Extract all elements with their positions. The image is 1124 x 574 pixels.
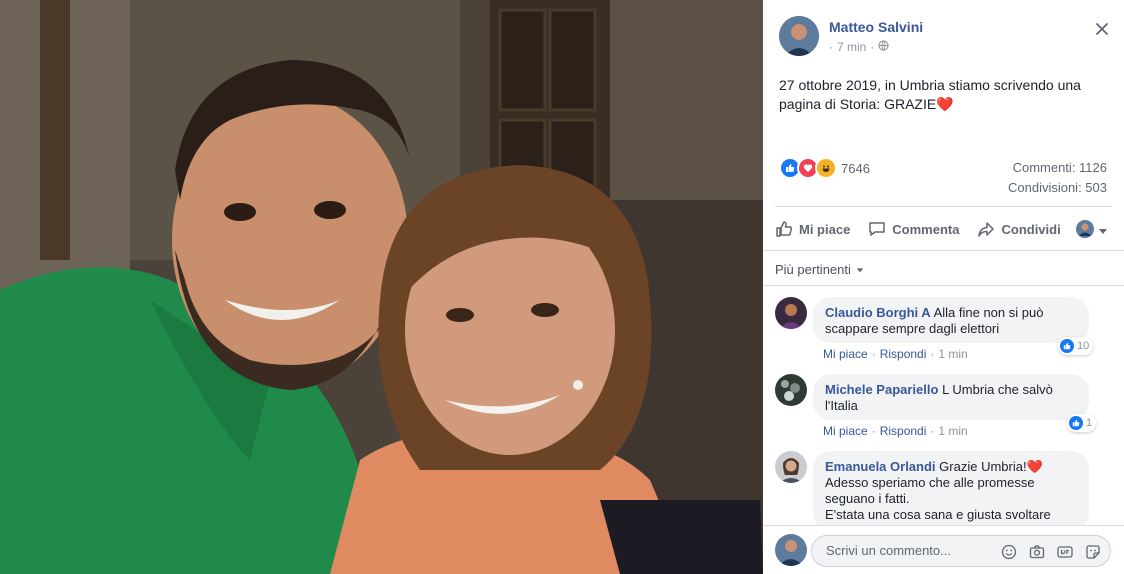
comment-input[interactable] <box>824 542 988 559</box>
comment-actions: Mi piace · Rispondi · 1 min <box>823 424 968 438</box>
commenter-avatar[interactable] <box>775 374 807 406</box>
like-reaction-icon <box>1069 416 1083 430</box>
current-user-avatar <box>775 534 807 566</box>
post-details-panel: Matteo Salvini · 7 min · 27 ottobre 2019… <box>763 0 1124 574</box>
comment-like-link[interactable]: Mi piace <box>823 347 868 361</box>
sort-label: Più pertinenti <box>775 262 851 277</box>
comment-reactions[interactable]: 10 <box>1058 337 1094 355</box>
reaction-count: 1 <box>1086 417 1093 429</box>
post-meta: · 7 min · <box>829 40 889 54</box>
composer-icons <box>1000 543 1102 561</box>
post-text: 27 ottobre 2019, in Umbria stiamo scrive… <box>779 76 1109 114</box>
chevron-down-icon <box>1098 223 1108 241</box>
thumbs-up-icon <box>776 221 793 237</box>
red-heart-emoji: ❤️ <box>1026 459 1043 474</box>
post-stats: 7646 Commenti: 1126 Condivisioni: 503 <box>779 157 1107 197</box>
like-button[interactable]: Mi piace <box>775 220 850 238</box>
post-photo[interactable] <box>0 0 763 574</box>
action-bar: Mi piace Commenta Condividi <box>775 213 1110 245</box>
close-icon[interactable] <box>1095 22 1109 36</box>
comment-icon <box>869 222 886 236</box>
commenter-name[interactable]: Emanuela Orlandi <box>825 459 936 474</box>
comments-count[interactable]: Commenti: 1126 <box>1013 160 1107 175</box>
comment-text-line1: Grazie Umbria! <box>939 459 1027 474</box>
commenter-name[interactable]: Claudio Borghi A <box>825 305 931 320</box>
comment-reactions[interactable]: 1 <box>1067 414 1097 432</box>
post-as-selector[interactable] <box>1076 220 1108 243</box>
comment-bubble: Emanuela Orlandi Grazie Umbria!❤️ Adesso… <box>813 451 1089 531</box>
post-time[interactable]: 7 min <box>837 40 866 54</box>
commenter-avatar[interactable] <box>775 297 807 329</box>
meta-dot: · <box>829 40 833 54</box>
red-heart-emoji: ❤️ <box>936 96 954 112</box>
sticker-icon[interactable] <box>1084 543 1102 561</box>
camera-icon[interactable] <box>1028 543 1046 561</box>
share-button[interactable]: Condividi <box>977 220 1061 238</box>
commenter-name[interactable]: Michele Papariello <box>825 382 938 397</box>
globe-icon[interactable] <box>878 40 889 54</box>
separator-dot: · <box>871 424 876 438</box>
post-header: Matteo Salvini · 7 min · <box>779 16 1109 56</box>
author-avatar[interactable] <box>779 16 819 56</box>
haha-reaction-icon <box>815 157 837 179</box>
comment-bubble: Claudio Borghi A Alla fine non si può sc… <box>813 297 1089 343</box>
separator-dot: · <box>930 347 935 361</box>
meta-dot-2: · <box>870 40 875 54</box>
commenter-avatar[interactable] <box>775 451 807 483</box>
gif-icon[interactable] <box>1056 543 1074 561</box>
like-reaction-icon <box>1060 339 1074 353</box>
chevron-down-icon <box>856 262 864 277</box>
comment-input-wrapper <box>811 535 1111 567</box>
emoji-icon[interactable] <box>1000 543 1018 561</box>
comment-sort-dropdown[interactable]: Più pertinenti <box>775 262 864 277</box>
comment-text-line2: Adesso speriamo che alle promesse seguan… <box>825 475 1035 506</box>
share-label: Condividi <box>1001 221 1061 237</box>
reaction-count[interactable]: 7646 <box>841 161 870 176</box>
comment-time[interactable]: 1 min <box>938 424 967 438</box>
comment-reply-link[interactable]: Rispondi <box>880 424 927 438</box>
selfie-image <box>0 0 763 574</box>
comment-bubble: Michele Papariello L Umbria che salvò l'… <box>813 374 1089 420</box>
post-text-body: 27 ottobre 2019, in Umbria stiamo scrive… <box>779 77 1081 112</box>
divider <box>763 285 1124 286</box>
comment-like-link[interactable]: Mi piace <box>823 424 868 438</box>
divider <box>775 206 1112 207</box>
comment-button[interactable]: Commenta <box>868 220 959 238</box>
author-name[interactable]: Matteo Salvini <box>829 19 923 35</box>
comment-text-line3: E'stata una cosa sana e giusta svoltare <box>825 507 1051 522</box>
reactions-summary[interactable]: 7646 <box>779 157 870 179</box>
page-avatar-icon <box>1076 220 1094 243</box>
separator-dot: · <box>871 347 876 361</box>
shares-count[interactable]: Condivisioni: 503 <box>1008 180 1107 195</box>
separator-dot: · <box>930 424 935 438</box>
comment-composer <box>763 525 1124 574</box>
reaction-count: 10 <box>1077 340 1090 352</box>
comment-time[interactable]: 1 min <box>938 347 967 361</box>
like-label: Mi piace <box>799 221 851 237</box>
comment-actions: Mi piace · Rispondi · 1 min <box>823 347 968 361</box>
divider <box>763 250 1124 251</box>
comment-label: Commenta <box>892 221 960 237</box>
share-icon <box>978 222 995 237</box>
comment-reply-link[interactable]: Rispondi <box>880 347 927 361</box>
